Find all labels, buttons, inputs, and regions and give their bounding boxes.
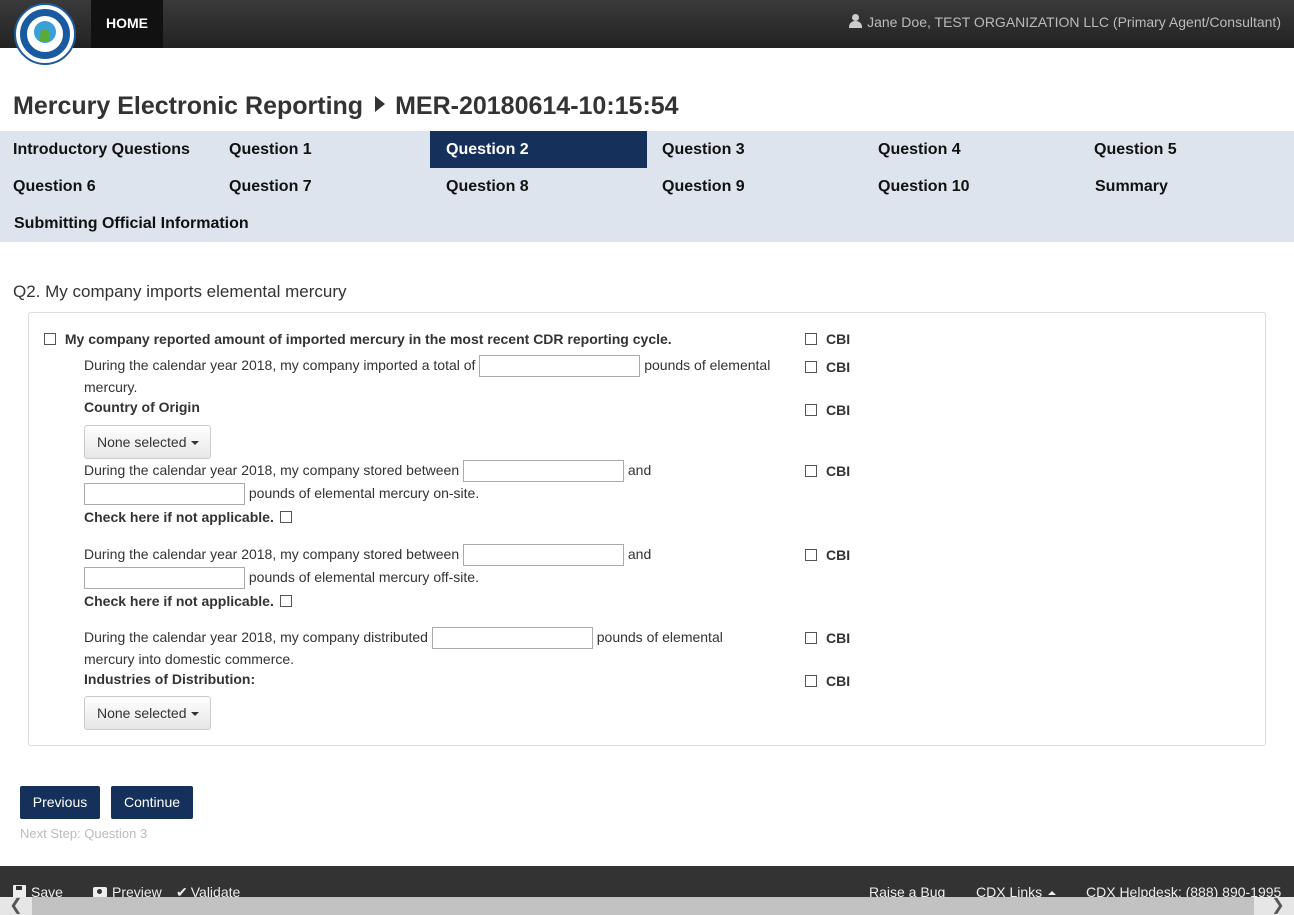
industries-dropdown[interactable]: None selected [84,696,211,730]
industries-dropdown-value: None selected [97,705,187,721]
app-title: Mercury Electronic Reporting [13,92,364,120]
nav-question-6[interactable]: Question 6 [0,168,96,205]
cbi-checkbox-offsite[interactable] [805,549,817,561]
next-step-text: Next Step: Question 3 [20,826,148,841]
onsite-row-2: pounds of elemental mercury on-site. [84,483,480,506]
offsite-row: During the calendar year 2018, my compan… [84,544,784,567]
scrollbar-thumb[interactable] [32,897,1254,915]
country-dropdown-value: None selected [97,434,187,450]
cbi-label: CBI [826,359,851,375]
country-dropdown[interactable]: None selected [84,425,211,459]
onsite-text-pre: During the calendar year 2018, my compan… [84,462,460,478]
distributed-row: During the calendar year 2018, my compan… [84,627,784,650]
home-tab[interactable]: HOME [91,0,163,48]
nav-question-1[interactable]: Question 1 [216,131,312,168]
offsite-na-row: Check here if not applicable. [84,591,292,611]
cbi-row-onsite: CBI [805,463,850,479]
distributed-text-pre: During the calendar year 2018, my compan… [84,629,428,645]
cbi-row-country: CBI [805,402,850,418]
caret-up-icon [1048,891,1057,895]
cbi-label: CBI [826,547,851,563]
offsite-max-input[interactable] [84,567,245,590]
distributed-text-cont: mercury into domestic commerce. [84,651,295,667]
cbi-label: CBI [826,331,851,347]
chevron-down-icon [190,441,199,445]
onsite-text-and: and [627,462,652,478]
cdr-checkbox-label: My company reported amount of imported m… [64,331,672,347]
onsite-row: During the calendar year 2018, my compan… [84,460,784,483]
cbi-checkbox-country[interactable] [805,404,817,416]
cbi-row-cdr: CBI [805,331,850,347]
nav-summary[interactable]: Summary [1082,168,1168,205]
offsite-text-and: and [627,546,652,562]
imported-text-cont: mercury. [84,379,138,395]
nav-introductory-questions[interactable]: Introductory Questions [0,131,190,168]
cdr-checkbox[interactable] [44,333,56,345]
imported-total-input[interactable] [479,355,641,378]
offsite-na-checkbox[interactable] [279,595,292,607]
question-title: Q2. My company imports elemental mercury [13,282,347,301]
cbi-label: CBI [826,673,851,689]
nav-question-4[interactable]: Question 4 [865,131,961,168]
onsite-na-label: Check here if not applicable. [84,509,274,525]
distributed-input[interactable] [431,627,593,650]
cbi-row-offsite: CBI [805,547,850,563]
cbi-label: CBI [826,402,851,418]
cbi-checkbox-distributed[interactable] [805,632,817,644]
cbi-label: CBI [826,463,851,479]
chevron-down-icon [190,712,199,716]
cbi-row-distributed: CBI [805,630,850,646]
distributed-text-post: pounds of elemental [596,629,723,645]
cbi-checkbox-imported[interactable] [805,361,817,373]
onsite-min-input[interactable] [463,460,624,483]
cbi-row-imported: CBI [805,359,850,375]
nav-question-10[interactable]: Question 10 [865,168,970,205]
offsite-na-label: Check here if not applicable. [84,593,274,609]
onsite-text-post: pounds of elemental mercury on-site. [248,485,480,501]
cbi-row-industries: CBI [805,673,850,689]
onsite-na-row: Check here if not applicable. [84,507,292,527]
cbi-checkbox-industries[interactable] [805,675,817,687]
question-nav: Introductory Questions Question 1 Questi… [0,131,1294,242]
continue-button[interactable]: Continue [111,786,193,819]
nav-question-3[interactable]: Question 3 [649,131,745,168]
horizontal-scrollbar[interactable]: ❮ ❯ [0,897,1294,915]
top-bar: HOME Jane Doe, TEST ORGANIZATION LLC (Pr… [0,0,1294,48]
nav-submitting-official[interactable]: Submitting Official Information [1,205,249,242]
person-icon [849,14,863,28]
scroll-left-icon[interactable]: ❮ [0,897,32,915]
cbi-checkbox-onsite[interactable] [805,465,817,477]
nav-question-9[interactable]: Question 9 [649,168,745,205]
onsite-na-checkbox[interactable] [279,511,292,523]
nav-question-7[interactable]: Question 7 [216,168,312,205]
imported-row: During the calendar year 2018, my compan… [84,355,784,378]
offsite-text-pre: During the calendar year 2018, my compan… [84,546,460,562]
previous-button[interactable]: Previous [20,786,100,819]
epa-seal-logo[interactable] [14,3,76,65]
nav-question-2[interactable]: Question 2 [430,131,647,168]
imported-text-post: pounds of elemental [644,357,771,373]
cbi-checkbox-cdr[interactable] [805,333,817,345]
country-label: Country of Origin [84,399,200,415]
scroll-right-icon[interactable]: ❯ [1262,897,1294,915]
user-info[interactable]: Jane Doe, TEST ORGANIZATION LLC (Primary… [849,14,1281,30]
offsite-text-post: pounds of elemental mercury off-site. [248,569,479,585]
report-id: MER-20180614-10:15:54 [395,92,679,120]
offsite-row-2: pounds of elemental mercury off-site. [84,567,479,590]
onsite-max-input[interactable] [84,483,245,506]
cdr-checkbox-row: My company reported amount of imported m… [44,329,672,349]
page-title: Mercury Electronic Reporting MER-20180614… [13,92,679,121]
nav-question-8[interactable]: Question 8 [433,168,529,205]
breadcrumb-caret-icon [375,96,386,112]
offsite-min-input[interactable] [463,544,624,567]
nav-question-5[interactable]: Question 5 [1081,131,1177,168]
industries-label: Industries of Distribution: [84,671,256,687]
user-text: Jane Doe, TEST ORGANIZATION LLC (Primary… [867,14,1281,30]
cbi-label: CBI [826,630,851,646]
imported-text-pre: During the calendar year 2018, my compan… [84,357,476,373]
